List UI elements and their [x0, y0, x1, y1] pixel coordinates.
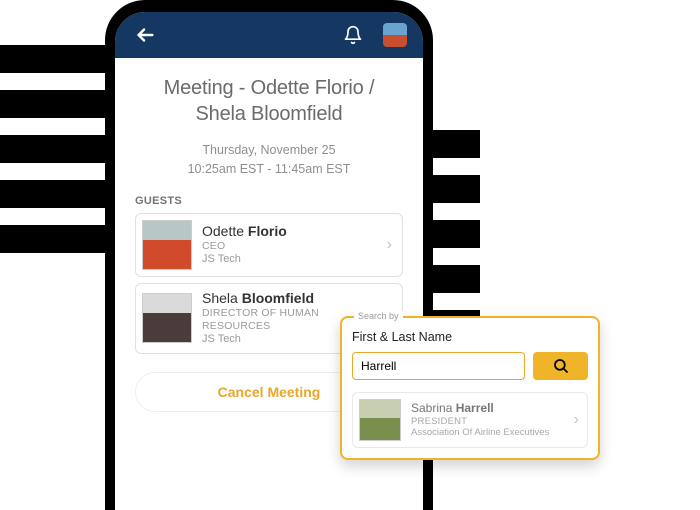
search-legend: Search by — [354, 311, 403, 321]
chevron-right-icon: › — [574, 411, 579, 429]
guest-avatar — [142, 293, 192, 343]
meeting-datetime: Thursday, November 25 10:25am EST - 11:4… — [135, 141, 403, 179]
guest-first-name: Shela — [202, 290, 238, 306]
profile-avatar[interactable] — [383, 23, 407, 47]
guest-row[interactable]: Odette Florio CEO JS Tech › — [135, 213, 403, 277]
page-title: Meeting - Odette Florio / Shela Bloomfie… — [135, 76, 403, 127]
search-button[interactable] — [533, 352, 588, 380]
top-bar — [115, 12, 423, 58]
chevron-right-icon: › — [387, 236, 392, 254]
meeting-time: 10:25am EST - 11:45am EST — [188, 162, 351, 176]
title-line-2: Shela Bloomfield — [196, 103, 343, 125]
guest-name: Shela Bloomfield — [202, 290, 377, 308]
guest-info: Odette Florio CEO JS Tech — [202, 223, 377, 267]
search-popover: Search by First & Last Name Sabrina Harr… — [340, 316, 600, 460]
result-last-name: Harrell — [456, 401, 494, 415]
guest-avatar — [142, 220, 192, 270]
back-button[interactable] — [131, 21, 159, 49]
guests-section-label: GUESTS — [135, 195, 403, 207]
title-line-1: Meeting - Odette Florio / — [164, 77, 375, 99]
bell-icon — [343, 25, 363, 45]
guest-last-name: Florio — [248, 223, 287, 239]
meeting-date: Thursday, November 25 — [202, 143, 335, 157]
result-name: Sabrina Harrell — [411, 401, 564, 415]
guest-role: CEO — [202, 240, 377, 253]
guest-last-name: Bloomfield — [242, 290, 314, 306]
arrow-left-icon — [134, 24, 156, 46]
guest-first-name: Odette — [202, 223, 244, 239]
result-company: Association Of Airline Executives — [411, 427, 564, 438]
notifications-button[interactable] — [339, 21, 367, 49]
result-info: Sabrina Harrell PRESIDENT Association Of… — [411, 401, 564, 438]
result-first-name: Sabrina — [411, 401, 452, 415]
search-icon — [552, 357, 570, 375]
result-avatar — [359, 399, 401, 441]
search-input[interactable] — [352, 352, 525, 380]
search-mode-label: First & Last Name — [352, 330, 588, 344]
guest-company: JS Tech — [202, 253, 377, 267]
search-result-row[interactable]: Sabrina Harrell PRESIDENT Association Of… — [352, 392, 588, 448]
result-role: PRESIDENT — [411, 416, 564, 427]
guest-name: Odette Florio — [202, 223, 377, 241]
